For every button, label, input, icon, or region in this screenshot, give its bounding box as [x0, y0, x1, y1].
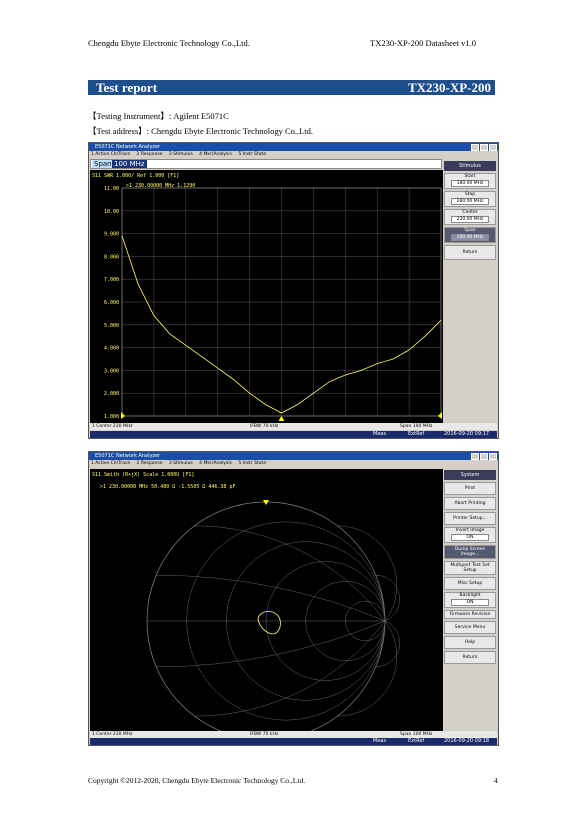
menu-item[interactable]: 3 Stimulus: [169, 461, 193, 466]
softkey-title: Stimulus: [444, 161, 496, 171]
menu-item[interactable]: 1 Active Ch/Trace: [91, 152, 130, 157]
y-tick-label: 2.000: [104, 391, 119, 397]
y-tick-label: 6.000: [104, 300, 119, 306]
system-bar: Meas ExtRef 2016-09-20 09:17: [90, 431, 497, 438]
meas-indicator: Meas: [373, 738, 387, 744]
system-bar: Meas ExtRef 2016-09-20 09:18: [90, 738, 497, 745]
section-title: Test report: [96, 80, 158, 95]
softkey-title: System: [444, 470, 496, 480]
testing-instrument: 【Testing Instrument】: Agilent E5071C: [88, 111, 229, 121]
system-softkeys: System Print Abort Printing Printer Setu…: [444, 470, 496, 664]
maximize-icon[interactable]: [480, 453, 488, 460]
datetime: 2016-09-20 09:18: [444, 738, 490, 744]
close-icon[interactable]: [489, 144, 497, 151]
status-ifbw: IFBW 70 kHz: [250, 732, 279, 737]
ref-arrow-right: [438, 412, 442, 419]
status-ifbw: IFBW 70 kHz: [250, 424, 279, 429]
softkey-firmware[interactable]: Firmware Revision: [444, 610, 496, 619]
softkey-service-menu[interactable]: Service Menu: [444, 621, 496, 634]
menu-bar: 1 Active Ch/Trace 2 Response 3 Stimulus …: [89, 460, 498, 467]
menu-item[interactable]: 4 Mkr/Analysis: [199, 461, 232, 466]
test-address: 【Test address】: Chengdu Ebyte Electronic…: [88, 126, 314, 136]
y-tick-label: 4.000: [104, 346, 119, 352]
softkey-center[interactable]: Center 230.00 MHz: [444, 209, 496, 225]
y-tick-label: 5.000: [104, 323, 119, 329]
meas-indicator: Meas: [373, 431, 387, 437]
marker-triangle: [278, 416, 285, 421]
y-tick-label: 3.000: [104, 368, 119, 374]
softkey-print[interactable]: Print: [444, 482, 496, 495]
smith-screen: S11 Smith (R+jX) Scale 1.000U [F1] >1 23…: [90, 469, 443, 742]
softkey-span[interactable]: Span 100.00 MHz: [444, 227, 496, 243]
softkey-return[interactable]: Return: [444, 245, 496, 260]
softkey-invert-image[interactable]: Invert Image ON: [444, 527, 496, 543]
entry-label: Span: [92, 160, 114, 168]
menu-item[interactable]: 2 Response: [137, 152, 163, 157]
stimulus-softkeys: Stimulus Start 180.00 MHz Stop 280.00 MHz …: [444, 161, 496, 260]
y-tick-label: 7.000: [104, 277, 119, 283]
smith-trace: [257, 611, 281, 635]
swr-screen: S11 SWR 1.000/ Ref 1.000 [F1] >1 230.000…: [90, 170, 443, 423]
status-center: 1 Center 230 MHz: [92, 424, 133, 429]
reactance-arc: [337, 620, 398, 717]
status-bar: 1 Center 230 MHz IFBW 70 kHz Span 100 MH…: [90, 731, 497, 738]
status-bar: 1 Center 230 MHz IFBW 70 kHz Span 100 MH…: [90, 423, 497, 430]
softkey-stop[interactable]: Stop 280.00 MHz: [444, 191, 496, 207]
smith-chart: S11 Smith (R+jX) Scale 1.000U [F1] >1 23…: [92, 472, 400, 742]
header-company: Chengdu Ebyte Electronic Technology Co.,…: [88, 38, 250, 48]
entry-bar[interactable]: Span 100 MHz: [90, 159, 442, 169]
trace-label: S11 Smith (R+jX) Scale 1.000U [F1]: [92, 472, 194, 478]
reactance-arc: [265, 620, 386, 741]
status-span: Span 100 MHz: [400, 424, 433, 429]
menu-item[interactable]: 4 Mkr/Analysis: [199, 152, 232, 157]
menu-item[interactable]: 5 Instr State: [238, 152, 266, 157]
softkey-multiport[interactable]: Multiport Test Set Setup: [444, 561, 496, 575]
title-bar: E5071C Network Analyzer: [89, 143, 498, 151]
status-span: Span 100 MHz: [400, 732, 433, 737]
analyzer-window-smith: E5071C Network Analyzer 1 Active Ch/Trac…: [88, 451, 499, 746]
title-bar: E5071C Network Analyzer: [89, 452, 498, 460]
y-tick-label: 11.00: [104, 186, 119, 192]
menu-item[interactable]: 2 Response: [137, 461, 163, 466]
trace-label: S11 SWR 1.000/ Ref 1.000 [F1]: [92, 173, 179, 179]
extref-indicator: ExtRef: [408, 738, 425, 744]
menu-bar: 1 Active Ch/Trace 2 Response 3 Stimulus …: [89, 151, 498, 158]
softkey-printer-setup[interactable]: Printer Setup...: [444, 512, 496, 525]
status-center: 1 Center 230 MHz: [92, 732, 133, 737]
softkey-dump-screen[interactable]: Dump Screen Image...: [444, 545, 496, 559]
y-tick-label: 8.000: [104, 254, 119, 260]
ref-arrow-left: [121, 412, 125, 419]
softkey-help[interactable]: Help: [444, 636, 496, 649]
entry-value[interactable]: 100 MHz: [112, 160, 147, 168]
marker-triangle: [263, 500, 269, 505]
marker-readout: >1 230.00000 MHz 50.480 Ω -1.5505 Ω 446.…: [100, 484, 235, 490]
window-title: E5071C Network Analyzer: [95, 453, 161, 459]
datetime: 2016-09-20 09:17: [444, 431, 490, 437]
y-tick-label: 1.000: [104, 414, 119, 420]
minimize-icon[interactable]: [471, 144, 479, 151]
softkey-abort-printing[interactable]: Abort Printing: [444, 497, 496, 510]
window-title: E5071C Network Analyzer: [95, 144, 161, 150]
menu-item[interactable]: 1 Active Ch/Trace: [91, 461, 130, 466]
header-doc: TX230-XP-200 Datasheet v1.0: [370, 38, 476, 48]
extref-indicator: ExtRef: [408, 431, 425, 437]
softkey-start[interactable]: Start 180.00 MHz: [444, 173, 496, 189]
softkey-return[interactable]: Return: [444, 651, 496, 664]
maximize-icon[interactable]: [480, 144, 488, 151]
softkey-misc-setup[interactable]: Misc Setup: [444, 577, 496, 590]
y-tick-label: 10.00: [104, 209, 119, 215]
close-icon[interactable]: [489, 453, 497, 460]
page-number: 4: [494, 776, 498, 785]
reactance-arc: [337, 525, 398, 622]
minimize-icon[interactable]: [471, 453, 479, 460]
section-model: TX230-XP-200: [407, 80, 491, 95]
softkey-backlight[interactable]: Backlight ON: [444, 592, 496, 608]
analyzer-window-swr: E5071C Network Analyzer 1 Active Ch/Trac…: [88, 142, 499, 439]
menu-item[interactable]: 5 Instr State: [238, 461, 266, 466]
section-bar: Test report TX230-XP-200: [88, 80, 495, 95]
swr-chart: S11 SWR 1.000/ Ref 1.000 [F1] >1 230.000…: [92, 173, 442, 421]
y-tick-label: 9.000: [104, 232, 119, 238]
footer-copyright: Copyright ©2012-2020, Chengdu Ebyte Elec…: [88, 776, 306, 785]
menu-item[interactable]: 3 Stimulus: [169, 152, 193, 157]
